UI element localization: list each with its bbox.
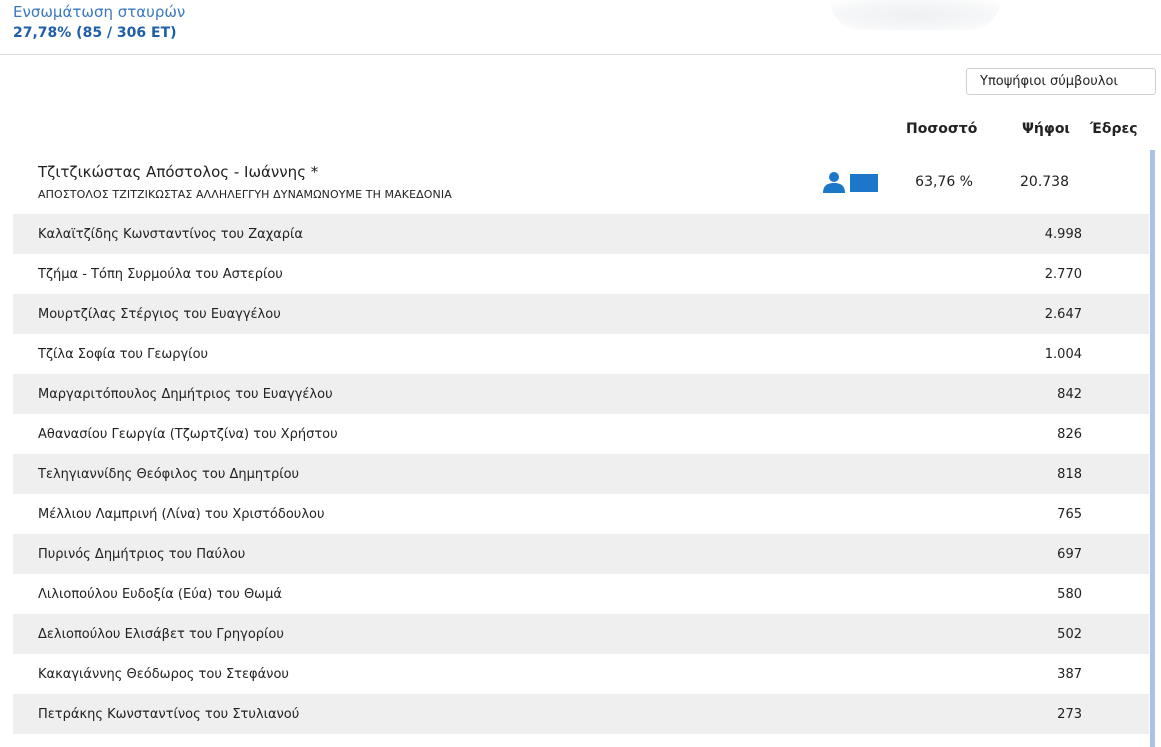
candidate-name: Κακαγιάννης Θεόδωρος του Στεφάνου: [38, 666, 289, 682]
flag-icon[interactable]: [850, 174, 878, 192]
candidate-name: Πυρινός Δημήτριος του Παύλου: [38, 546, 246, 562]
summary-title: Ενσωμάτωση σταυρών: [13, 3, 186, 21]
candidate-votes: 1.004: [1044, 346, 1082, 362]
leader-party: ΑΠΟΣΤΟΛΟΣ ΤΖΙΤΖΙΚΩΣΤΑΣ ΑΛΛΗΛΕΓΓΥΗ ΔΥΝΑΜΩ…: [38, 188, 452, 201]
candidate-votes: 2.770: [1044, 266, 1082, 282]
table-row[interactable]: Πετράκης Κωνσταντίνος του Στυλιανού 273: [13, 694, 1149, 734]
candidate-name: Τεληγιαννίδης Θεόφιλος του Δημητρίου: [38, 466, 300, 482]
table-row[interactable]: Τζίλα Σοφία του Γεωργίου 1.004: [13, 334, 1149, 374]
candidate-name: Τζίλα Σοφία του Γεωργίου: [38, 346, 209, 362]
candidate-votes: 4.998: [1044, 226, 1082, 242]
table-row[interactable]: Μέλλιου Λαμπρινή (Λίνα) του Χριστόδουλου…: [13, 494, 1149, 534]
table-row[interactable]: Πυρινός Δημήτριος του Παύλου 697: [13, 534, 1149, 574]
leader-votes: 20.738: [1020, 174, 1069, 190]
header-percent: Ποσοστό: [906, 121, 978, 137]
summary-value: 27,78% (85 / 306 ΕΤ): [13, 25, 177, 41]
candidate-votes: 826: [1057, 426, 1082, 442]
leader-percent: 63,76 %: [915, 174, 973, 190]
leader-row[interactable]: Τζιτζικώστας Απόστολος - Ιωάννης * ΑΠΟΣΤ…: [0, 153, 1149, 213]
candidate-name: Αθανασίου Γεωργία (Τζωρτζίνα) του Χρήστο…: [38, 426, 338, 442]
candidate-name: Μέλλιου Λαμπρινή (Λίνα) του Χριστόδουλου: [38, 506, 325, 522]
candidates-button[interactable]: Υποψήφιοι σύμβουλοι: [966, 68, 1156, 95]
table-row[interactable]: Τζήμα - Τόπη Συρμούλα του Αστερίου 2.770: [13, 254, 1149, 294]
summary-header: Ενσωμάτωση σταυρών 27,78% (85 / 306 ΕΤ): [0, 0, 1161, 55]
candidate-name: Μαργαριτόπουλος Δημήτριος του Ευαγγέλου: [38, 386, 333, 402]
leader-name: Τζιτζικώστας Απόστολος - Ιωάννης *: [38, 163, 319, 181]
candidate-name: Μουρτζίλας Στέργιος του Ευαγγέλου: [38, 306, 281, 322]
table-row[interactable]: Καλαϊτζίδης Κωνσταντίνος του Ζαχαρία 4.99…: [13, 214, 1149, 254]
candidate-votes: 765: [1057, 506, 1082, 522]
candidate-votes: 273: [1057, 706, 1082, 722]
person-icon[interactable]: [822, 171, 846, 193]
table-row[interactable]: Λιλιοπούλου Ευδοξία (Εύα) του Θωμά 580: [13, 574, 1149, 614]
candidate-votes: 387: [1057, 666, 1082, 682]
candidate-votes: 2.647: [1044, 306, 1082, 322]
table-row[interactable]: Μαργαριτόπουλος Δημήτριος του Ευαγγέλου 8…: [13, 374, 1149, 414]
candidate-votes: 502: [1057, 626, 1082, 642]
header-votes: Ψήφοι: [1022, 121, 1070, 137]
candidate-votes: 697: [1057, 546, 1082, 562]
candidates-list: Καλαϊτζίδης Κωνσταντίνος του Ζαχαρία 4.99…: [13, 214, 1149, 734]
table-row[interactable]: Κακαγιάννης Θεόδωρος του Στεφάνου 387: [13, 654, 1149, 694]
header-seats: Έδρες: [1090, 121, 1138, 137]
table-row[interactable]: Τεληγιαννίδης Θεόφιλος του Δημητρίου 818: [13, 454, 1149, 494]
candidate-name: Τζήμα - Τόπη Συρμούλα του Αστερίου: [38, 266, 283, 282]
candidate-name: Καλαϊτζίδης Κωνσταντίνος του Ζαχαρία: [38, 226, 303, 242]
table-row[interactable]: Αθανασίου Γεωργία (Τζωρτζίνα) του Χρήστο…: [13, 414, 1149, 454]
blurred-region: [830, 0, 1000, 30]
candidate-name: Δελιοπούλου Ελισάβετ του Γρηγορίου: [38, 626, 284, 642]
candidate-name: Λιλιοπούλου Ευδοξία (Εύα) του Θωμά: [38, 586, 282, 602]
candidate-votes: 580: [1057, 586, 1082, 602]
candidate-name: Πετράκης Κωνσταντίνος του Στυλιανού: [38, 706, 300, 722]
candidate-votes: 842: [1057, 386, 1082, 402]
table-row[interactable]: Μουρτζίλας Στέργιος του Ευαγγέλου 2.647: [13, 294, 1149, 334]
table-row[interactable]: Δελιοπούλου Ελισάβετ του Γρηγορίου 502: [13, 614, 1149, 654]
scroll-indicator[interactable]: [1150, 150, 1155, 747]
candidate-votes: 818: [1057, 466, 1082, 482]
